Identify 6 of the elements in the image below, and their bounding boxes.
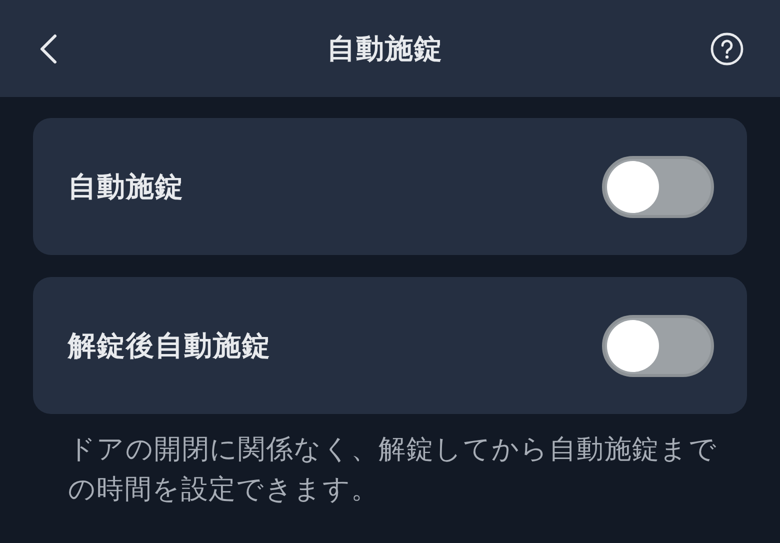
setting-label: 自動施錠 [68,168,184,204]
help-icon [710,32,744,66]
screen-title: 自動施錠 [327,30,443,66]
help-button[interactable] [710,32,744,66]
setting-label: 解錠後自動施錠 [68,328,271,364]
help-text: ドアの開閉に関係なく、解錠してから自動施錠までの時間を設定できます。 [68,433,718,507]
